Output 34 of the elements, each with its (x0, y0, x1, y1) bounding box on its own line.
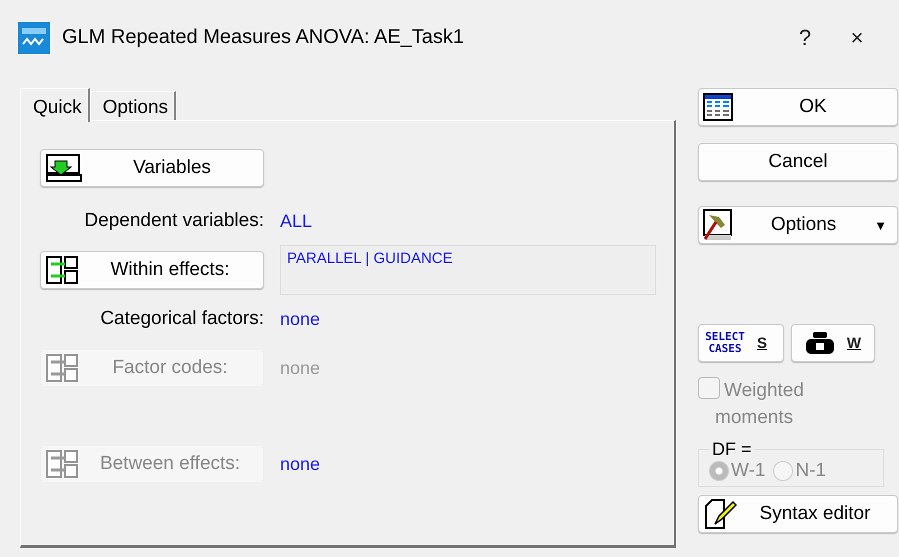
field-label: Dependent variables: (83, 210, 264, 232)
field-value: none (280, 358, 322, 378)
close-button[interactable]: × (837, 24, 877, 52)
effects-icon (45, 449, 81, 479)
field-label: Categorical factors: (99, 308, 264, 330)
syntax-editor-button[interactable]: Syntax editor (698, 495, 898, 533)
radio-label: W-1 (731, 460, 766, 482)
options-button[interactable]: Options ▼ (698, 206, 898, 244)
effects-icon (45, 255, 81, 285)
weight-button[interactable]: W (791, 324, 875, 362)
cancel-button[interactable]: Cancel (698, 143, 898, 181)
hammer-icon (703, 209, 733, 241)
variables-icon (45, 153, 85, 183)
effects-icon (45, 353, 81, 383)
help-button[interactable]: ? (785, 24, 825, 52)
weight-icon (804, 331, 835, 355)
spreadsheet-icon (703, 93, 733, 121)
ok-button[interactable]: OK (698, 88, 898, 126)
pencil-icon (703, 498, 737, 530)
checkbox-label: Weighted moments (715, 380, 804, 428)
field-value: none (280, 454, 322, 474)
radio-label: N-1 (795, 460, 826, 482)
effects-button[interactable]: Within effects: (40, 251, 264, 289)
caret-icon: ▼ (874, 218, 887, 232)
select-cases-button[interactable]: SELECT CASES S (698, 324, 784, 362)
tab[interactable]: Options (90, 91, 176, 120)
app-icon (18, 22, 50, 54)
field-value: ALL (280, 210, 314, 232)
variables-button[interactable]: Variables (40, 149, 264, 187)
group-title: DF = (711, 439, 753, 460)
window-title: GLM Repeated Measures ANOVA: AE_Task1 (62, 26, 466, 49)
field-value: none (280, 308, 322, 330)
effects-list-box[interactable]: PARALLEL | GUIDANCE (280, 245, 656, 295)
tab[interactable]: Quick (20, 88, 90, 122)
